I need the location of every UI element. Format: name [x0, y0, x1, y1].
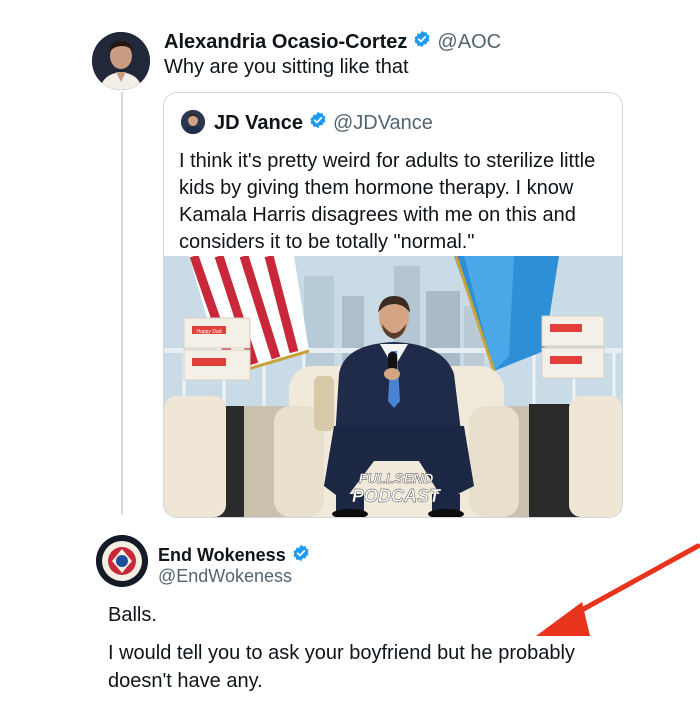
tweet-media-image[interactable]: Happy Dad FULLSEND PODCAST	[164, 256, 622, 517]
jdv-display-name[interactable]: JD Vance	[214, 112, 303, 135]
endwokeness-avatar-image	[96, 535, 148, 587]
thread-line	[121, 92, 123, 514]
jdv-avatar[interactable]	[181, 110, 205, 134]
red-arrow-icon	[530, 540, 700, 645]
verified-badge-icon	[292, 544, 310, 567]
reply-text-line2: I would tell you to ask your boyfriend b…	[108, 642, 575, 692]
jdv-handle[interactable]: @JDVance	[333, 112, 433, 135]
verified-badge-icon	[413, 30, 431, 54]
aoc-avatar-image	[92, 32, 150, 90]
reply-text-line1: Balls.	[108, 604, 157, 626]
svg-text:PODCAST: PODCAST	[352, 486, 442, 506]
jdv-avatar-image	[181, 110, 205, 134]
podcast-watermark: FULLSEND PODCAST	[352, 470, 442, 506]
aoc-avatar[interactable]	[92, 32, 150, 90]
aoc-tweet-text: Why are you sitting like that	[164, 56, 409, 78]
aoc-handle[interactable]: @AOC	[437, 31, 501, 54]
endwokeness-avatar[interactable]	[96, 535, 148, 587]
jdv-header: JD Vance @JDVance	[214, 111, 433, 135]
svg-text:FULLSEND: FULLSEND	[359, 470, 434, 486]
endwokeness-header: End Wokeness	[158, 544, 316, 567]
endwokeness-handle[interactable]: @EndWokeness	[158, 566, 292, 587]
jdv-tweet-text: I think it's pretty weird for adults to …	[179, 150, 596, 253]
aoc-header: Alexandria Ocasio-Cortez @AOC	[164, 30, 501, 54]
quoted-tweet-card[interactable]: JD Vance @JDVance I think it's pretty we…	[163, 92, 623, 518]
verified-badge-icon	[309, 111, 327, 135]
aoc-display-name[interactable]: Alexandria Ocasio-Cortez	[164, 31, 407, 54]
box-label: Happy Dad	[196, 329, 221, 335]
endwokeness-display-name[interactable]: End Wokeness	[158, 545, 286, 566]
